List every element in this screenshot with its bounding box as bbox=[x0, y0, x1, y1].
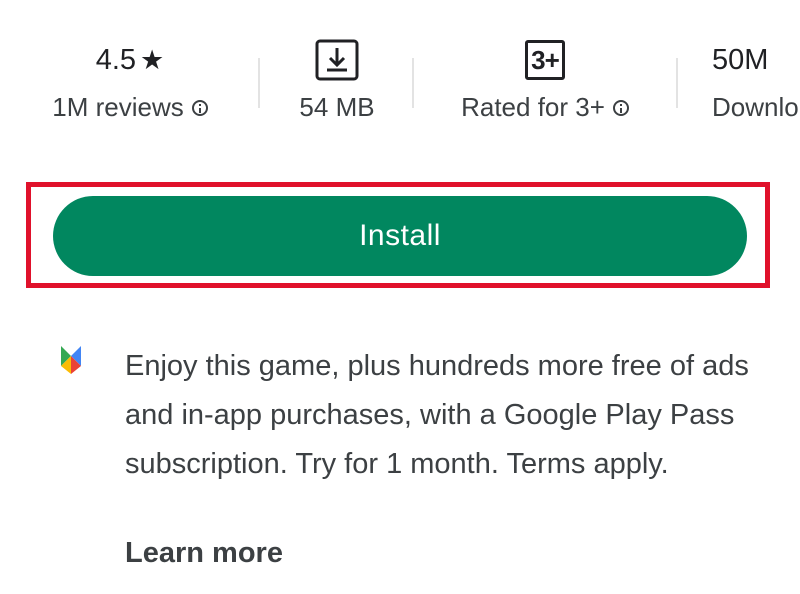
install-button-label: Install bbox=[359, 219, 441, 252]
divider bbox=[412, 58, 414, 108]
downloads-sub: Downlo bbox=[712, 92, 800, 123]
reviews-count: 1M reviews bbox=[52, 92, 184, 122]
content-rating-sub: Rated for 3+ bbox=[440, 92, 650, 123]
rating-value-row: 4.5 ★ bbox=[40, 28, 220, 92]
install-button[interactable]: Install bbox=[53, 196, 747, 276]
divider bbox=[258, 58, 260, 108]
app-stats-row: 4.5 ★ 1M reviews 54 MB 3+ Rated for 3+ 5… bbox=[0, 28, 800, 138]
play-pass-icon bbox=[61, 346, 81, 374]
rating-sub: 1M reviews bbox=[40, 92, 220, 123]
promo-text: Enjoy this game, plus hundreds more free… bbox=[125, 350, 749, 480]
size-stat: 54 MB bbox=[270, 28, 404, 123]
size-sub: 54 MB bbox=[270, 92, 404, 123]
divider bbox=[676, 58, 678, 108]
content-rating-label: Rated for 3+ bbox=[461, 92, 605, 122]
rating-value: 4.5 bbox=[95, 43, 137, 76]
size-icon-row bbox=[270, 28, 404, 92]
rating-stat[interactable]: 4.5 ★ 1M reviews bbox=[40, 28, 220, 123]
downloads-value-row: 50M bbox=[712, 28, 800, 92]
content-rating-badge-row: 3+ bbox=[440, 28, 650, 92]
info-icon[interactable] bbox=[191, 99, 208, 116]
downloads-stat: 50M Downlo bbox=[712, 28, 800, 123]
age-rating-badge-icon: 3+ bbox=[525, 40, 565, 80]
info-icon[interactable] bbox=[612, 99, 629, 116]
download-icon bbox=[315, 39, 359, 81]
app-size: 54 MB bbox=[299, 92, 375, 122]
star-icon: ★ bbox=[140, 44, 165, 75]
learn-more-link[interactable]: Learn more bbox=[125, 537, 283, 570]
downloads-value: 50M bbox=[712, 43, 769, 76]
downloads-label: Downlo bbox=[712, 92, 799, 122]
content-rating-stat[interactable]: 3+ Rated for 3+ bbox=[440, 28, 650, 123]
